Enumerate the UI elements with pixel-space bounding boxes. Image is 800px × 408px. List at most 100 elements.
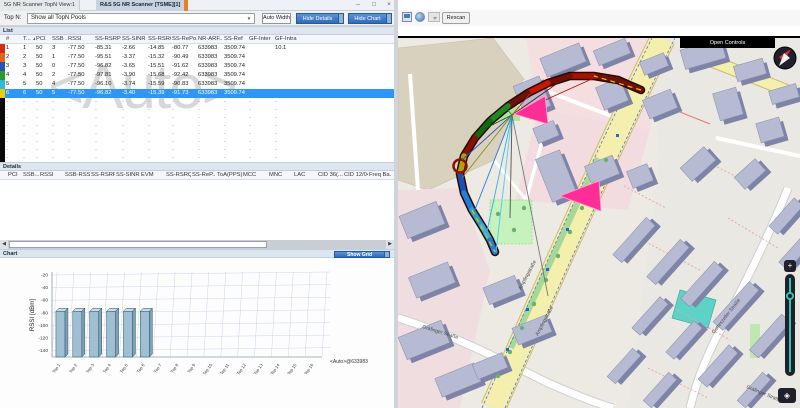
map-canvas[interactable]: Ampfingstraße Ampfingstraße Gräfinger St… bbox=[398, 38, 800, 408]
column-header[interactable]: SS-RSRP bbox=[90, 171, 115, 179]
column-header[interactable]: PCI bbox=[35, 35, 51, 43]
scroll-left-icon[interactable]: ◀ bbox=[0, 240, 8, 249]
table-cell: 633983 bbox=[197, 89, 223, 98]
table-row[interactable]: 33500-77.50-96.82-3.65-15.51-91.62633983… bbox=[0, 62, 394, 71]
table-row[interactable]: 11503-77.50-85.31-2.66-14.85-80.77633983… bbox=[0, 44, 394, 53]
table-cell: - bbox=[5, 146, 22, 154]
column-header[interactable]: RSSI bbox=[67, 35, 94, 43]
table-cell: - bbox=[274, 130, 301, 138]
button-grip bbox=[338, 14, 343, 23]
column-header[interactable]: SS-ReP... bbox=[191, 171, 216, 179]
column-header[interactable]: SS-RePo... bbox=[171, 35, 197, 43]
hide-chart-button[interactable]: Hide Chart bbox=[348, 13, 392, 24]
column-header[interactable]: MCC bbox=[242, 171, 268, 179]
chevron-down-icon[interactable]: ▼ bbox=[245, 16, 253, 22]
table-cell: -15.51 bbox=[147, 62, 171, 71]
column-header[interactable]: RSSI bbox=[39, 171, 64, 179]
topn-list-table[interactable]: #T...PCISSB ...RSSISS-RSRPSS-SINRSS-RSRQ… bbox=[0, 35, 394, 162]
table-row-empty[interactable]: ------------- bbox=[0, 146, 394, 154]
column-header[interactable]: GF-Inter bbox=[248, 35, 274, 43]
table-cell: 50 bbox=[35, 80, 51, 89]
table-cell: -3.74 bbox=[121, 80, 147, 89]
column-header[interactable]: Freq Ba... bbox=[368, 171, 391, 179]
table-cell: - bbox=[147, 106, 171, 114]
column-header[interactable]: SSB-RSSI bbox=[64, 171, 90, 179]
scrollbar-thumb[interactable] bbox=[9, 241, 267, 248]
column-header[interactable]: PCI bbox=[7, 171, 22, 179]
table-row[interactable]: 44502-77.50-97.81-3.90-15.68-92.42633983… bbox=[0, 71, 394, 80]
table-cell: - bbox=[67, 106, 94, 114]
column-header[interactable]: SS-SINR bbox=[121, 35, 147, 43]
column-header[interactable]: SS-SINR bbox=[115, 171, 140, 179]
snapshot-icon[interactable] bbox=[402, 12, 412, 22]
zoom-in-button[interactable]: + bbox=[784, 260, 796, 272]
column-header[interactable]: LAC bbox=[293, 171, 317, 179]
table-cell: - bbox=[171, 106, 197, 114]
map-layers-button[interactable]: ◈ bbox=[778, 388, 796, 403]
column-header[interactable]: SSB... bbox=[22, 171, 39, 179]
column-header[interactable]: EVM bbox=[140, 171, 165, 179]
table-row[interactable]: 55504-77.50-96.10-3.74-15.59-90.83633983… bbox=[0, 80, 394, 89]
table-row-empty[interactable]: ------------- bbox=[0, 138, 394, 146]
table-cell: - bbox=[147, 130, 171, 138]
column-header[interactable]: SS-Ref bbox=[223, 35, 248, 43]
maximize-button[interactable]: □ bbox=[368, 0, 380, 10]
map-viewport[interactable]: Ampfingstraße Ampfingstraße Gräfinger St… bbox=[398, 36, 800, 408]
open-controls-bar[interactable]: Open Controls bbox=[680, 38, 775, 48]
chart-bar[interactable] bbox=[56, 311, 65, 357]
list-section-header: List bbox=[0, 26, 394, 35]
list-table-header[interactable]: #T...PCISSB ...RSSISS-RSRPSS-SINRSS-RSRQ… bbox=[0, 35, 394, 44]
table-cell: - bbox=[197, 98, 223, 106]
zoom-slider-knob[interactable] bbox=[786, 292, 794, 300]
column-header[interactable]: GF-Intra bbox=[274, 35, 301, 43]
table-cell bbox=[248, 80, 274, 89]
table-cell bbox=[248, 44, 274, 53]
table-cell: - bbox=[171, 122, 197, 130]
table-cell: - bbox=[67, 122, 94, 130]
compass-icon[interactable] bbox=[774, 47, 796, 69]
show-grid-button[interactable]: Show Grid bbox=[334, 251, 390, 258]
tab-scanner-active[interactable]: R&S 5G NR Scanner [TSME][1] bbox=[96, 0, 188, 11]
chart-bar[interactable] bbox=[90, 311, 99, 357]
chart-bar[interactable] bbox=[123, 311, 132, 357]
topn-pool-select[interactable]: Show all TopN Pools ▼ bbox=[27, 13, 255, 24]
table-cell: 1 bbox=[22, 44, 35, 53]
column-header[interactable]: CID 12/04 bbox=[343, 171, 368, 179]
chart-bar[interactable] bbox=[73, 311, 82, 357]
table-row[interactable]: 66505-77.50-96.82-3.40-15.39-91.73633983… bbox=[0, 89, 394, 98]
auto-width-button[interactable]: Auto Width bbox=[262, 13, 291, 24]
table-row-empty[interactable]: ------------- bbox=[0, 114, 394, 122]
horizontal-scrollbar[interactable]: ◀ ▶ bbox=[0, 240, 394, 249]
column-header[interactable]: CID 36(... bbox=[317, 171, 343, 179]
zoom-slider[interactable] bbox=[785, 274, 795, 376]
column-header[interactable]: MNC bbox=[268, 171, 293, 179]
chart-bar[interactable] bbox=[107, 311, 116, 357]
column-header[interactable]: T... bbox=[22, 35, 35, 43]
column-header[interactable]: ToA(PPS) bbox=[216, 171, 242, 179]
column-header[interactable]: SSB ... bbox=[51, 35, 67, 43]
table-row-empty[interactable]: ------------- bbox=[0, 154, 394, 162]
column-header[interactable]: NR-ARF... bbox=[197, 35, 223, 43]
rescan-button[interactable]: Rescan bbox=[442, 12, 470, 24]
table-row-empty[interactable]: ------------- bbox=[0, 122, 394, 130]
close-button[interactable]: × bbox=[383, 0, 395, 10]
chart-bar[interactable] bbox=[140, 311, 149, 357]
table-cell: - bbox=[274, 146, 301, 154]
table-cell: - bbox=[121, 106, 147, 114]
minimize-button[interactable]: – bbox=[352, 0, 364, 10]
table-row-empty[interactable]: ------------- bbox=[0, 130, 394, 138]
column-header[interactable]: SS-RSRQ bbox=[147, 35, 171, 43]
globe-icon[interactable] bbox=[415, 12, 425, 22]
column-header[interactable]: SS-RSRQ bbox=[165, 171, 191, 179]
x-axis-label: Top 14 bbox=[269, 362, 281, 376]
table-row[interactable]: 22501-77.50-95.51-3.37-15.32-90.49633983… bbox=[0, 53, 394, 62]
table-cell: - bbox=[67, 154, 94, 162]
table-row-empty[interactable]: ------------- bbox=[0, 106, 394, 114]
hide-details-button[interactable]: Hide Details bbox=[296, 13, 344, 24]
table-row-empty[interactable]: ------------- bbox=[0, 98, 394, 106]
column-header[interactable]: # bbox=[5, 35, 22, 43]
scroll-right-icon[interactable]: ▶ bbox=[386, 240, 394, 249]
table-cell: - bbox=[35, 98, 51, 106]
tab-topn-view[interactable]: 5G NR Scanner TopN View:1 bbox=[0, 0, 80, 11]
column-header[interactable]: SS-RSRP bbox=[94, 35, 121, 43]
